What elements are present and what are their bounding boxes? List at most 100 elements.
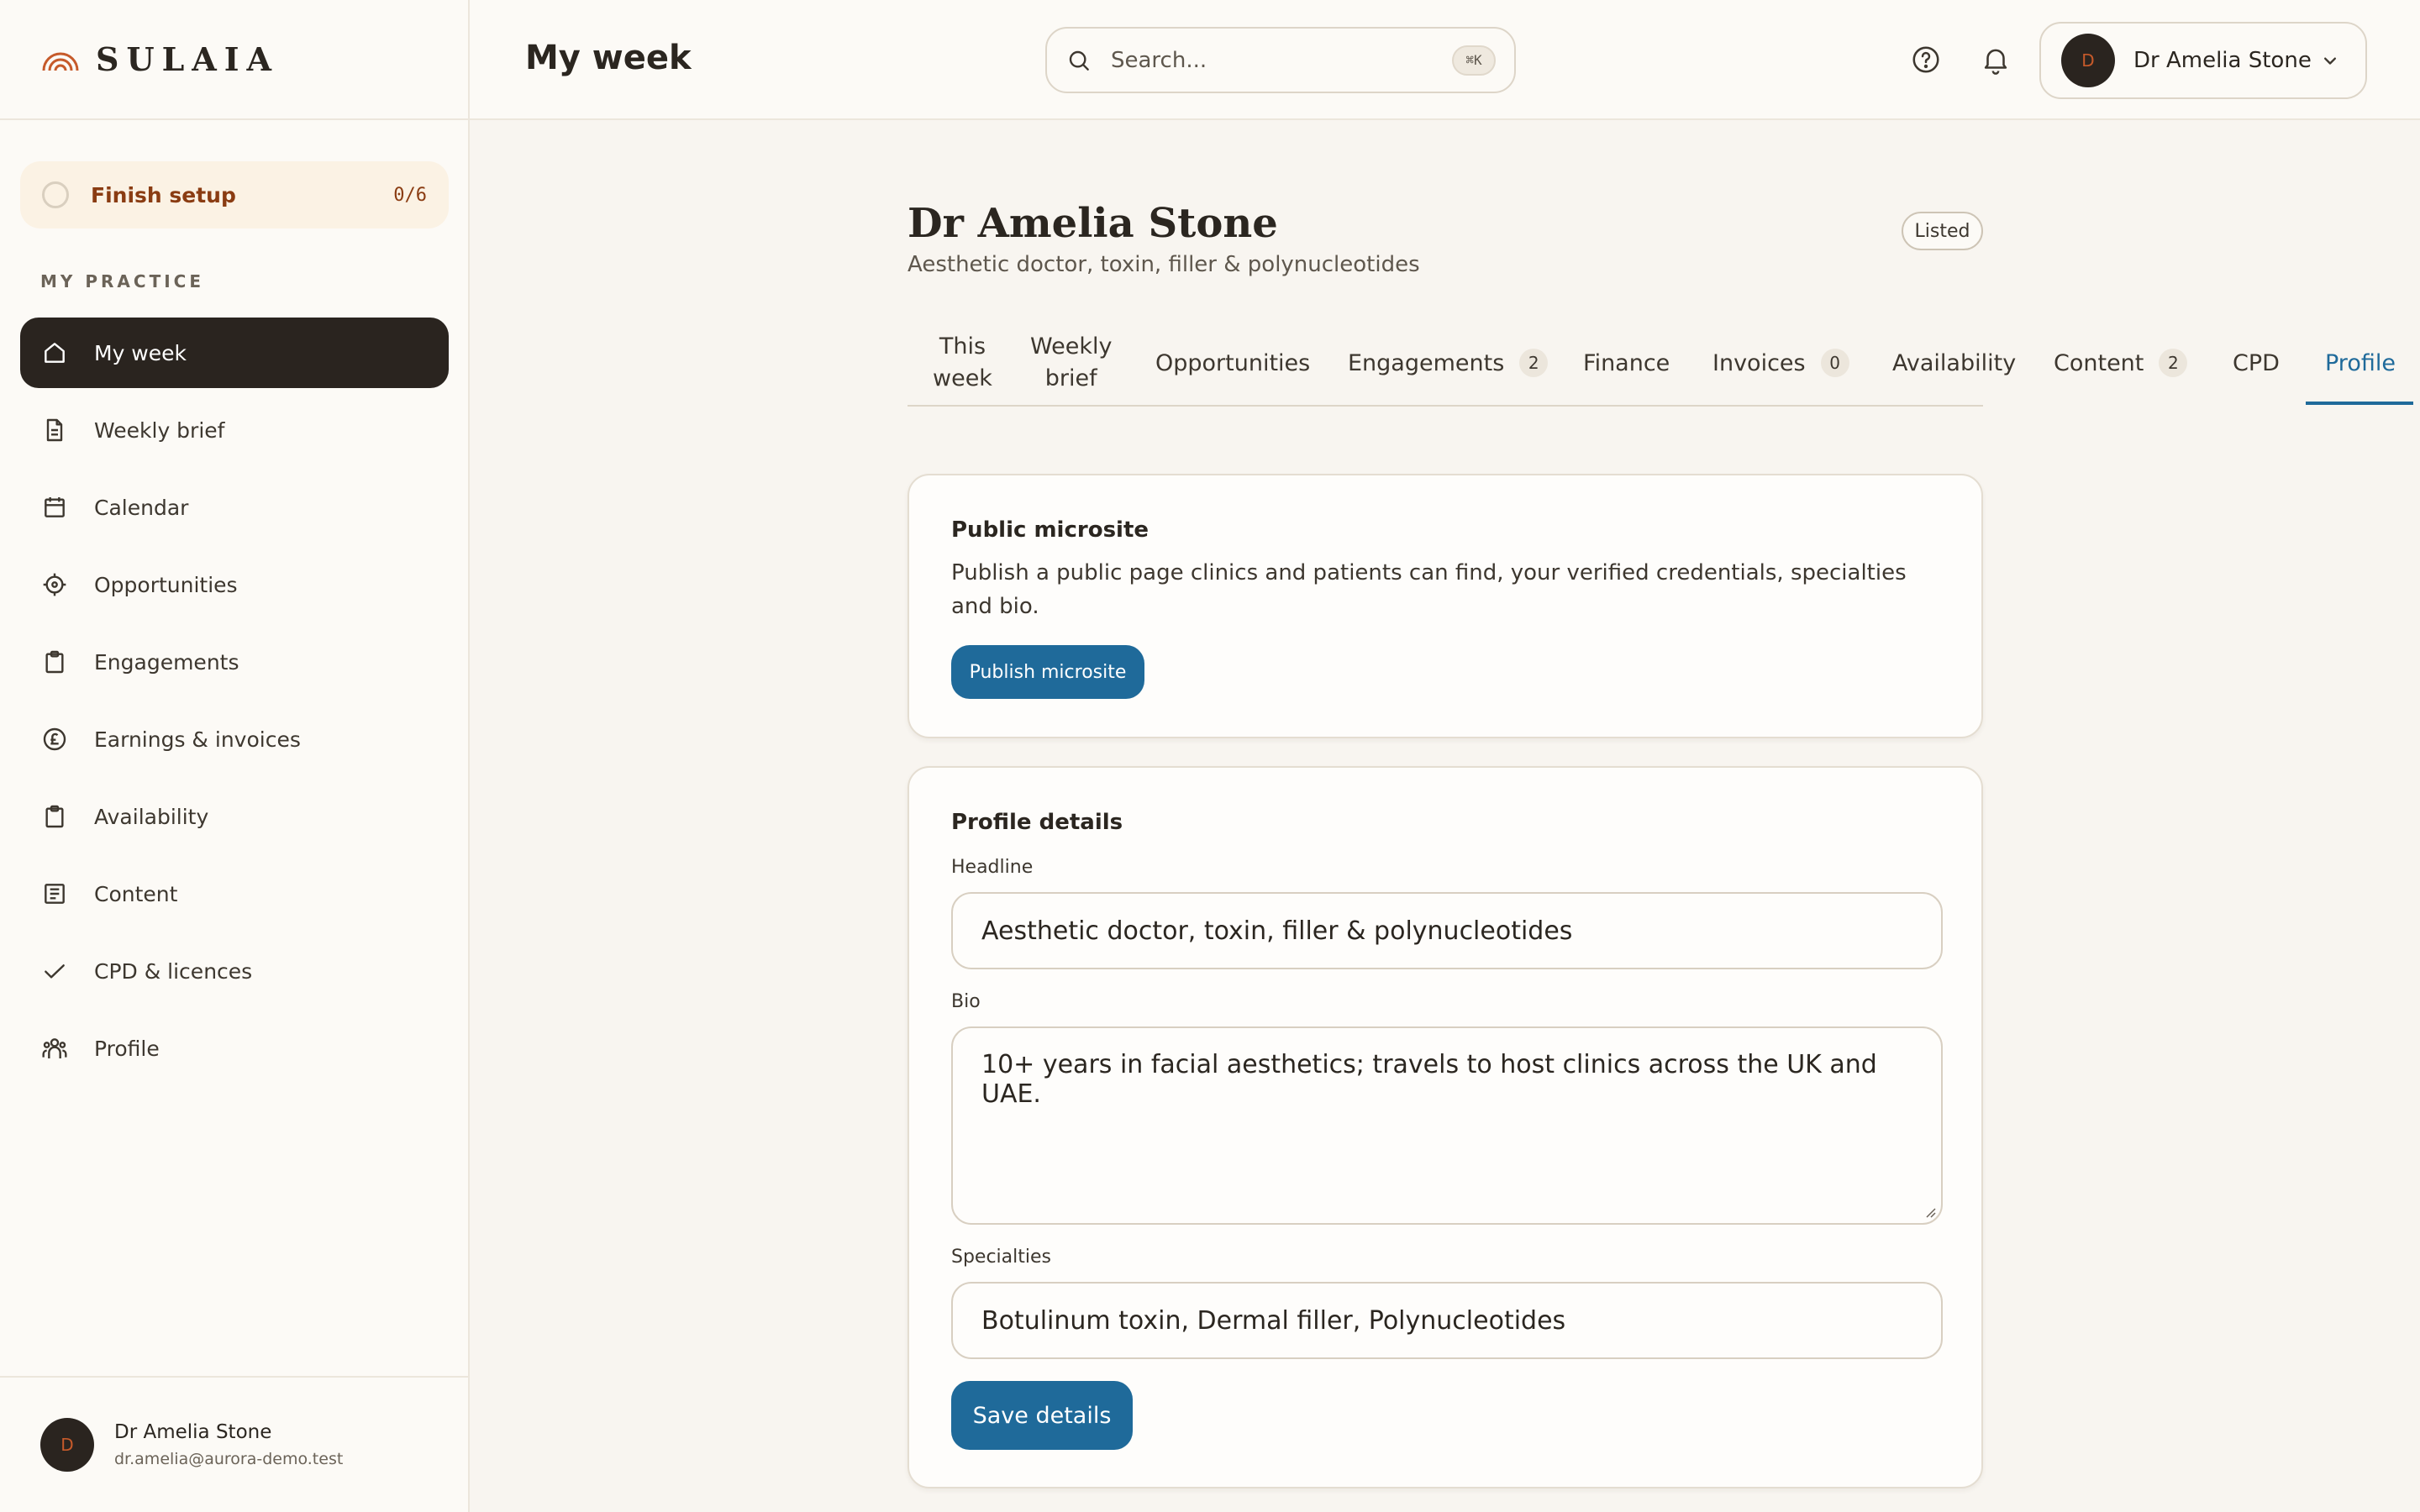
bio-text: 10+ years in facial aesthetics; travels … (981, 1050, 1877, 1109)
tab-opportunities[interactable]: Opportunities (1155, 319, 1310, 407)
sidebar-item-label: Weekly brief (94, 417, 225, 443)
sidebar-item-calendar[interactable]: Calendar (20, 472, 449, 543)
bell-icon[interactable] (1980, 44, 2012, 76)
pound-icon (40, 725, 69, 753)
sidebar-item-earnings-invoices[interactable]: Earnings & invoices (20, 704, 449, 774)
tab-label: Opportunities (1155, 349, 1311, 376)
target-icon (40, 570, 69, 599)
tab-label: Profile (2325, 349, 2396, 376)
search-placeholder: Search... (1111, 47, 1207, 73)
tab-label: Weekly (1030, 333, 1113, 360)
bio-textarea[interactable]: 10+ years in facial aesthetics; travels … (951, 1026, 1943, 1225)
resize-handle-icon[interactable] (1923, 1205, 1936, 1218)
sidebar-item-label: Calendar (94, 495, 189, 520)
headline-field[interactable]: Aesthetic doctor, toxin, filler & polynu… (951, 892, 1943, 969)
finish-setup-button[interactable]: Finish setup 0/6 (20, 161, 449, 228)
tab-label: Content (2054, 349, 2144, 376)
sidebar-item-label: My week (94, 340, 187, 365)
sidebar-item-label: Content (94, 881, 178, 906)
sidebar-item-my-week[interactable]: My week (20, 318, 449, 388)
sidebar-item-weekly-brief[interactable]: Weekly brief (20, 395, 449, 465)
tab-weekly-brief[interactable]: Weekly brief (1030, 319, 1112, 407)
sidebar-item-label: Availability (94, 804, 209, 829)
tab-invoices[interactable]: Invoices 0 (1712, 319, 1849, 407)
home-icon (40, 339, 69, 367)
count-badge: 2 (2159, 349, 2188, 377)
tab-label: Invoices (1712, 349, 1806, 376)
page-title: My week (525, 39, 692, 77)
tab-label: CPD (2233, 349, 2280, 376)
search-input[interactable]: Search... ⌘K (1045, 27, 1516, 93)
sidebar-user-info: Dr Amelia Stone dr.amelia@aurora-demo.te… (114, 1421, 343, 1468)
check-icon (40, 957, 69, 985)
sidebar-user-card[interactable]: D Dr Amelia Stone dr.amelia@aurora-demo.… (0, 1376, 468, 1512)
sidebar-item-label: Engagements (94, 649, 239, 675)
card-title: Public microsite (951, 517, 1150, 543)
publish-microsite-button[interactable]: Publish microsite (951, 645, 1144, 699)
bio-label: Bio (951, 991, 981, 1012)
tab-label: week (933, 365, 992, 391)
sidebar-item-content[interactable]: Content (20, 858, 449, 929)
people-icon (40, 1034, 69, 1063)
topbar: My week Search... ⌘K D Dr Amelia Stone (470, 0, 2420, 120)
avatar: D (40, 1418, 94, 1472)
chevron-down-icon (2324, 57, 2336, 65)
sidebar-item-opportunities[interactable]: Opportunities (20, 549, 449, 620)
search-icon (1069, 50, 1089, 71)
tab-label: Engagements (1348, 349, 1505, 376)
sidebar-item-label: Opportunities (94, 572, 238, 597)
tab-content[interactable]: Content 2 (2054, 319, 2188, 407)
sidebar-item-cpd-licences[interactable]: CPD & licences (20, 936, 449, 1006)
tab-cpd[interactable]: CPD (2233, 319, 2280, 407)
brand-name: SULAIA (96, 40, 280, 78)
tab-this-week[interactable]: This week (933, 319, 992, 407)
status-badge: Listed (1902, 212, 1983, 250)
card-title: Profile details (951, 810, 1123, 835)
avatar: D (2061, 34, 2115, 87)
section-label-my-practice: MY PRACTICE (40, 271, 204, 291)
tab-availability[interactable]: Availability (1892, 319, 2016, 407)
clipboard-icon (40, 802, 69, 831)
tab-engagements[interactable]: Engagements 2 (1348, 319, 1549, 407)
card-description: Publish a public page clinics and patien… (951, 560, 1907, 619)
tab-finance[interactable]: Finance (1583, 319, 1670, 407)
profile-name: Dr Amelia Stone (908, 200, 1278, 247)
clipboard-icon (40, 648, 69, 676)
profile-tabs: This week Weekly brief Opportunities Eng… (908, 319, 2016, 407)
progress-ring-icon (42, 181, 69, 208)
tab-label: Availability (1892, 349, 2017, 376)
public-microsite-card: Public microsite Publish a public page c… (908, 474, 1983, 738)
search-shortcut-badge: ⌘K (1452, 45, 1496, 76)
save-details-button[interactable]: Save details (951, 1381, 1133, 1450)
finish-setup-count: 0/6 (393, 184, 427, 206)
specialties-field[interactable]: Botulinum toxin, Dermal filler, Polynucl… (951, 1282, 1943, 1359)
sidebar-nav: My week Weekly brief Calendar Opportunit… (20, 318, 449, 1090)
sidebar: SULAIA Finish setup 0/6 MY PRACTICE My w… (0, 0, 470, 1512)
user-menu-button[interactable]: D Dr Amelia Stone (2039, 22, 2367, 99)
help-icon[interactable] (1910, 44, 1942, 76)
sulaia-logo-icon (42, 52, 79, 71)
sidebar-item-label: Earnings & invoices (94, 727, 301, 752)
active-tab-indicator (2306, 402, 2413, 405)
sidebar-item-profile[interactable]: Profile (20, 1013, 449, 1084)
document-icon (40, 416, 69, 444)
sidebar-user-name: Dr Amelia Stone (114, 1421, 272, 1443)
user-menu-name: Dr Amelia Stone (2133, 48, 2312, 73)
specialties-label: Specialties (951, 1247, 1052, 1268)
sidebar-item-label: CPD & licences (94, 958, 253, 984)
count-badge: 0 (1820, 349, 1849, 377)
tab-label: Finance (1583, 349, 1670, 376)
calendar-icon (40, 493, 69, 522)
count-badge: 2 (1519, 349, 1549, 377)
finish-setup-label: Finish setup (91, 182, 236, 207)
sidebar-item-availability[interactable]: Availability (20, 781, 449, 852)
sidebar-item-label: Profile (94, 1036, 160, 1061)
tab-profile[interactable]: Profile (2325, 319, 2396, 407)
brand[interactable]: SULAIA (0, 0, 468, 120)
sidebar-item-engagements[interactable]: Engagements (20, 627, 449, 697)
content-icon (40, 879, 69, 908)
profile-details-card: Profile details Headline Aesthetic docto… (908, 766, 1983, 1488)
profile-subtitle: Aesthetic doctor, toxin, filler & polynu… (908, 252, 1420, 277)
tab-label: brief (1044, 365, 1097, 391)
sidebar-user-email: dr.amelia@aurora-demo.test (114, 1450, 344, 1468)
